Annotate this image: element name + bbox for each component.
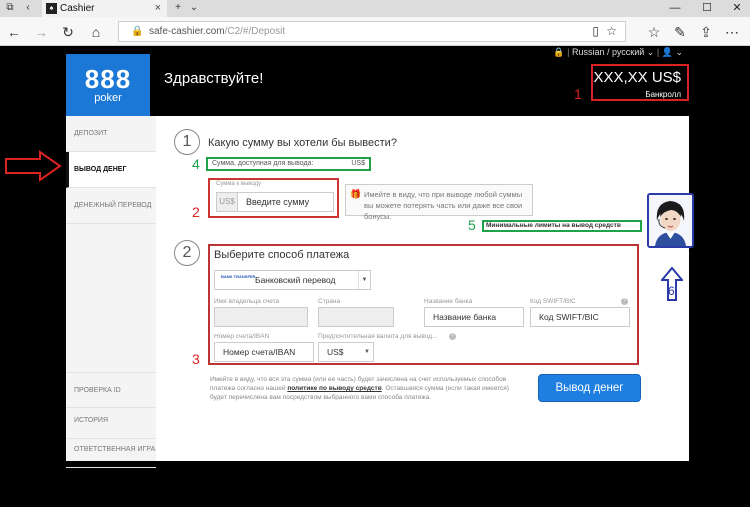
swift-input[interactable]: Код SWIFT/BIC [530, 307, 630, 327]
favorite-star-icon[interactable]: ☆ [606, 22, 617, 41]
annotation-6: 6 [668, 284, 675, 298]
tab-title: Cashier [60, 3, 95, 14]
holder-label: Имя владельца счета [214, 298, 280, 305]
annotation-4: 4 [192, 156, 200, 172]
main-panel: 1 Какую сумму вы хотели бы вывести? 4 Су… [156, 116, 689, 461]
bank-name-input[interactable]: Название банка [424, 307, 524, 327]
tab-close-icon[interactable]: × [155, 0, 161, 17]
logo-number: 888 [84, 64, 132, 94]
currency-caret-icon: ▼ [364, 349, 370, 355]
home-icon[interactable]: ⌂ [86, 22, 106, 42]
url-path: /C2/#/Deposit [224, 26, 286, 37]
notes-pen-icon[interactable]: ✎ [670, 22, 690, 42]
sidebar-item-responsible-gaming[interactable]: ОТВЕТСТВЕННАЯ ИГРА [66, 432, 156, 468]
hint-text: Имейте в виду, что при выводе любой сумм… [364, 190, 523, 221]
new-tab-icon[interactable]: + [172, 2, 184, 14]
forward-arrow-icon[interactable]: → [31, 22, 51, 42]
swift-help-icon[interactable]: ? [621, 298, 628, 305]
support-agent-icon [649, 195, 692, 246]
step-2-title: Выберите способ платежа [214, 249, 350, 261]
annotation-3: 3 [192, 351, 200, 367]
sidebar: ДЕПОЗИТ ВЫВОД ДЕНЕГ ДЕНЕЖНЫЙ ПЕРЕВОД ПРО… [66, 116, 156, 468]
browser-nav-bar: ← → ↻ ⌂ 🔒 safe-cashier.com/C2/#/Deposit … [0, 17, 750, 46]
withdraw-button[interactable]: Вывод денег [538, 374, 641, 402]
payment-method-dropdown[interactable]: BANK TRANSFER Банковский перевод ▼ [214, 270, 371, 290]
back-arrow-icon[interactable]: ← [4, 22, 24, 42]
amount-caption: Сумма к выводу [216, 181, 262, 187]
reading-view-icon[interactable]: ▯ [592, 22, 599, 41]
padlock-icon: 🔒 [553, 47, 565, 57]
bank-label: Название банка [424, 298, 473, 305]
more-icon[interactable]: ⋯ [722, 22, 742, 42]
available-amount: Сумма, доступная для вывода: US$ [206, 157, 371, 171]
amount-input[interactable]: Введите сумму [238, 192, 334, 212]
tab-cashier[interactable]: ♠ Cashier × [42, 0, 167, 17]
step-1-title: Какую сумму вы хотели бы вывести? [208, 137, 397, 149]
favicon-icon: ♠ [46, 3, 57, 14]
sidebar-item-deposit[interactable]: ДЕПОЗИТ [66, 116, 156, 152]
annotation-1: 1 [574, 86, 582, 102]
balance-amount: XXX,XX US$ [593, 69, 681, 86]
bank-transfer-logo: BANK TRANSFER [221, 274, 256, 279]
holder-field [214, 307, 308, 327]
min-limits-link[interactable]: Минимальные лимиты на вывод средств [482, 220, 642, 232]
tab-dropdown-icon[interactable]: ⌄ [188, 2, 200, 14]
logo-text: poker [94, 92, 122, 104]
gift-icon: 🎁 [350, 189, 362, 199]
amount-section: Сумма к выводу US$ Введите сумму [208, 178, 339, 218]
share-icon[interactable]: ⇪ [696, 22, 716, 42]
country-field [318, 307, 394, 327]
withdrawal-policy-link[interactable]: политике по выводу средств [287, 385, 381, 392]
swift-label: Код SWIFT/BIC [530, 298, 576, 305]
iban-label: Номер счета/IBAN [214, 333, 270, 340]
balance-label: Банкролл [645, 90, 681, 99]
help-avatar[interactable] [647, 193, 694, 248]
language-selector[interactable]: Russian / русский [572, 47, 644, 57]
annotation-5: 5 [468, 217, 476, 233]
cashier-site: 🔒 | Russian / русский ⌄ | 👤 ⌄ 888 poker … [66, 46, 689, 468]
refresh-icon[interactable]: ↻ [58, 22, 78, 42]
currency-select[interactable]: US$ ▼ [318, 342, 374, 362]
tab-preview-icon[interactable]: ⧉ [4, 2, 16, 14]
site-topbar: 🔒 | Russian / русский ⌄ | 👤 ⌄ [66, 46, 689, 60]
iban-input[interactable]: Номер счета/IBAN [214, 342, 314, 362]
address-bar[interactable]: 🔒 safe-cashier.com/C2/#/Deposit ▯ ☆ [118, 21, 626, 42]
payment-method-section: Выберите способ платежа BANK TRANSFER Ба… [208, 244, 639, 365]
close-window-icon[interactable]: ✕ [722, 0, 750, 17]
browser-tab-bar: ⧉ ‹ ♠ Cashier × + ⌄ — ☐ ✕ [0, 0, 750, 17]
sidebar-item-withdraw[interactable]: ВЫВОД ДЕНЕГ [66, 152, 156, 188]
maximize-icon[interactable]: ☐ [692, 0, 722, 17]
available-currency: US$ [351, 160, 365, 167]
topbar-right: 🔒 | Russian / русский ⌄ | 👤 ⌄ [553, 47, 683, 57]
bonus-hint: 🎁 Имейте в виду, что при выводе любой су… [345, 184, 533, 221]
red-arrow-annotation-icon [5, 150, 62, 182]
sidebar-item-transfer[interactable]: ДЕНЕЖНЫЙ ПЕРЕВОД [66, 188, 156, 224]
currency-help-icon[interactable]: ? [449, 333, 456, 340]
favorites-hub-icon[interactable]: ☆ [644, 22, 664, 42]
currency-value: US$ [327, 347, 344, 357]
tab-back-icon[interactable]: ‹ [22, 2, 34, 14]
url-domain: safe-cashier.com [149, 26, 225, 37]
step-1-number: 1 [174, 129, 200, 155]
available-label: Сумма, доступная для вывода: [212, 160, 314, 167]
minimize-icon[interactable]: — [660, 0, 690, 17]
chevron-down-icon[interactable]: ⌄ [647, 47, 655, 57]
greeting: Здравствуйте! [164, 70, 264, 87]
payment-method-value: Банковский перевод [255, 275, 336, 285]
lock-icon: 🔒 [131, 26, 144, 37]
help-label[interactable]: Справка? [643, 250, 698, 260]
user-icon[interactable]: 👤 [662, 47, 673, 57]
888poker-logo[interactable]: 888 poker [66, 54, 150, 116]
user-chevron-icon[interactable]: ⌄ [675, 47, 683, 57]
payout-note: Имейте в виду, что вся эта сумма (или ее… [210, 375, 510, 402]
balance-box: XXX,XX US$ Банкролл [591, 64, 689, 101]
amount-currency: US$ [216, 192, 238, 212]
step-2-number: 2 [174, 240, 200, 266]
country-label: Страна [318, 298, 341, 305]
dropdown-caret-icon: ▼ [358, 271, 370, 289]
annotation-2: 2 [192, 204, 200, 220]
currency-label: Предпочтительная валюта для вывод... [318, 333, 438, 340]
